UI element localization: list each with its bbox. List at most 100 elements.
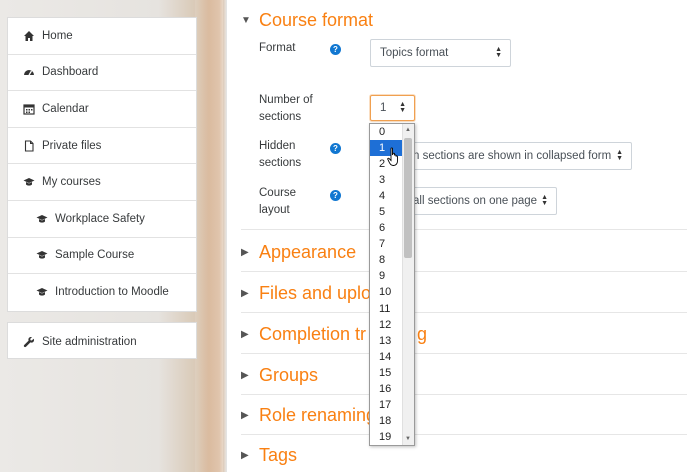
nav-item-workplace-safety[interactable]: Workplace Safety — [8, 201, 196, 238]
dropdown-option[interactable]: 19 — [370, 429, 403, 445]
select-arrows-icon: ▲ ▼ — [616, 149, 623, 162]
section-appearance-header[interactable]: ▶ Appearance — [241, 242, 356, 263]
hidden-label-line1: Hidden — [259, 140, 296, 152]
sections-select-value: 1 — [380, 102, 387, 114]
caret-right-icon: ▶ — [241, 370, 249, 381]
file-icon — [22, 139, 35, 152]
nav-label: My courses — [42, 176, 101, 189]
dropdown-option[interactable]: 8 — [370, 252, 403, 268]
sections-dropdown-list[interactable]: 0 1 2 3 4 5 6 7 8 9 10 11 12 13 14 15 16 17 18 19 ▲ ▼ — [369, 123, 415, 446]
section-title: Role renaming — [259, 405, 377, 425]
divider — [241, 434, 687, 435]
section-role-renaming-header[interactable]: ▶ Role renaming — [241, 405, 376, 426]
section-course-format-header[interactable]: ▼ Course format — [241, 10, 373, 31]
graduation-cap-icon — [35, 286, 48, 299]
nav-item-my-courses[interactable]: My courses — [8, 164, 196, 201]
nav-label: Introduction to Moodle — [55, 286, 169, 299]
caret-right-icon: ▶ — [241, 329, 249, 340]
scroll-thumb[interactable] — [404, 138, 412, 258]
nav-drawer: Home Dashboard Calendar Private files My… — [7, 17, 197, 312]
section-files-header[interactable]: ▶ Files and uplo — [241, 283, 371, 304]
home-icon — [22, 29, 35, 42]
dropdown-option[interactable]: 12 — [370, 317, 403, 333]
nav-item-home[interactable]: Home — [8, 18, 196, 55]
dropdown-scrollbar[interactable]: ▲ ▼ — [402, 124, 414, 445]
select-arrows-icon: ▲ ▼ — [495, 46, 502, 59]
dropdown-option[interactable]: 7 — [370, 236, 403, 252]
layout-label-line1: Course — [259, 187, 297, 199]
section-title: Course format — [259, 10, 374, 30]
calendar-icon — [22, 102, 35, 115]
section-title: Completion tr — [259, 324, 367, 344]
hidden-select-value: n sections are shown in collapsed form — [413, 150, 612, 162]
divider — [241, 229, 687, 230]
nav-item-private-files[interactable]: Private files — [8, 128, 196, 165]
caret-right-icon: ▶ — [241, 410, 249, 421]
nav-item-calendar[interactable]: Calendar — [8, 91, 196, 128]
format-label: Format — [259, 42, 296, 54]
hand-cursor-icon — [387, 147, 398, 166]
dropdown-option[interactable]: 10 — [370, 284, 403, 300]
nav-label: Site administration — [42, 335, 137, 348]
dropdown-option[interactable]: 15 — [370, 365, 403, 381]
nav-label: Sample Course — [55, 249, 135, 262]
dropdown-option[interactable]: 3 — [370, 172, 403, 188]
number-of-sections-select[interactable]: 1 ▲ ▼ — [370, 95, 415, 121]
section-title: Groups — [259, 365, 319, 385]
scroll-up-icon[interactable]: ▲ — [404, 126, 412, 134]
dropdown-option[interactable]: 11 — [370, 301, 403, 317]
wrench-icon — [22, 335, 35, 348]
divider — [241, 394, 687, 395]
graduation-cap-icon — [22, 176, 35, 189]
scroll-down-icon[interactable]: ▼ — [404, 435, 412, 443]
nav-label: Home — [42, 29, 73, 42]
dropdown-option[interactable]: 18 — [370, 413, 403, 429]
help-icon[interactable]: ? — [330, 44, 341, 55]
divider — [241, 271, 687, 272]
help-icon[interactable]: ? — [330, 143, 341, 154]
section-groups-header[interactable]: ▶ Groups — [241, 365, 318, 386]
nav-item-site-administration[interactable]: Site administration — [8, 323, 196, 360]
dropdown-option[interactable]: 5 — [370, 204, 403, 220]
format-select[interactable]: Topics format ▲ ▼ — [370, 39, 511, 67]
dropdown-option[interactable]: 0 — [370, 124, 403, 140]
nav-label: Calendar — [42, 102, 89, 115]
section-title: Tags — [259, 445, 298, 465]
caret-right-icon: ▶ — [241, 288, 249, 299]
help-icon[interactable]: ? — [330, 190, 341, 201]
graduation-cap-icon — [35, 212, 48, 225]
dropdown-option[interactable]: 6 — [370, 220, 403, 236]
graduation-cap-icon — [35, 249, 48, 262]
nav-item-sample-course[interactable]: Sample Course — [8, 238, 196, 275]
nav-label: Workplace Safety — [55, 212, 145, 225]
dropdown-option[interactable]: 9 — [370, 268, 403, 284]
dropdown-option[interactable]: 4 — [370, 188, 403, 204]
nav-label: Dashboard — [42, 66, 99, 79]
dropdown-option[interactable]: 14 — [370, 349, 403, 365]
nav-label: Private files — [42, 139, 102, 152]
caret-down-icon: ▼ — [241, 15, 251, 26]
divider — [241, 312, 687, 313]
dashboard-icon — [22, 66, 35, 79]
nav-item-introduction-to-moodle[interactable]: Introduction to Moodle — [8, 274, 196, 311]
section-tags-header[interactable]: ▶ Tags — [241, 445, 297, 466]
divider — [241, 353, 687, 354]
dropdown-option[interactable]: 13 — [370, 333, 403, 349]
layout-select-value: all sections on one page — [413, 195, 538, 207]
caret-right-icon: ▶ — [241, 247, 249, 258]
dropdown-option[interactable]: 16 — [370, 381, 403, 397]
section-title: Appearance — [259, 242, 357, 262]
select-arrows-icon: ▲ ▼ — [399, 101, 406, 114]
nav-item-dashboard[interactable]: Dashboard — [8, 55, 196, 92]
section-title: Files and uplo — [259, 283, 372, 303]
caret-right-icon: ▶ — [241, 450, 249, 461]
dropdown-option[interactable]: 17 — [370, 397, 403, 413]
sections-label-line2: sections — [259, 111, 302, 123]
section-title-tail: g — [417, 324, 428, 344]
format-select-value: Topics format — [380, 47, 449, 59]
sections-label-line1: Number of — [259, 94, 313, 106]
layout-label-line2: layout — [259, 204, 290, 216]
main-content: ▼ Course format Format ? Topics format ▲… — [226, 0, 687, 472]
section-completion-header[interactable]: ▶ Completion tr — [241, 324, 366, 345]
admin-nav: Site administration — [7, 322, 197, 359]
